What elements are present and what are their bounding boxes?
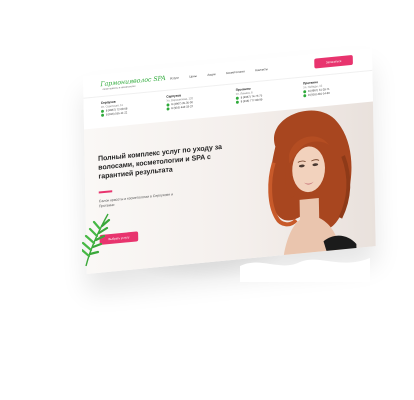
phone-icon	[303, 89, 307, 93]
hero-subtitle: Салон красоты и косметологии в Серпухове…	[98, 192, 174, 209]
contact-block: Серпухов Ул. Ворошилова, 120 8 (4967) 35…	[166, 89, 224, 110]
nav-item-services[interactable]: Услуги	[170, 76, 179, 81]
contact-block: Серпухов Ул. Советская, 11 8 (4967) 72-0…	[101, 95, 159, 117]
book-button[interactable]: Записаться	[314, 54, 353, 69]
nav-item-contacts[interactable]: Контакты	[255, 67, 268, 72]
website-preview: Гармонияволос SPA салон красоты и космет…	[0, 0, 414, 400]
phone-icon	[235, 96, 239, 100]
phone-icon	[166, 102, 170, 107]
phone-icon	[101, 113, 105, 117]
brush-splash-decoration	[240, 258, 370, 282]
title-accent-line	[98, 190, 113, 194]
phone-icon	[235, 100, 239, 104]
phone-icon	[166, 106, 170, 111]
main-nav: Услуги Цены Акции Косметология Контакты	[170, 67, 268, 80]
phone-icon	[303, 93, 307, 97]
model-portrait-image	[268, 110, 357, 259]
nav-item-prices[interactable]: Цены	[189, 74, 196, 79]
contact-block: Протвино Ул. Победы, 15 8 (4967) 31-28-7…	[303, 76, 361, 97]
hero-title: Полный комплекс услуг по уходу за волоса…	[98, 141, 223, 181]
website-page: Гармонияволос SPA салон красоты и космет…	[83, 48, 376, 274]
phone-icon	[101, 109, 104, 113]
contact-block: Протвино Ул. Ленина, 6 8 (4967) 74-75-75…	[235, 82, 294, 104]
nav-item-cosmetology[interactable]: Косметология	[226, 69, 245, 75]
nav-item-promo[interactable]: Акции	[207, 72, 215, 77]
hero-section: Полный комплекс услуг по уходу за волоса…	[84, 101, 376, 274]
palm-leaf-decoration	[82, 213, 111, 267]
